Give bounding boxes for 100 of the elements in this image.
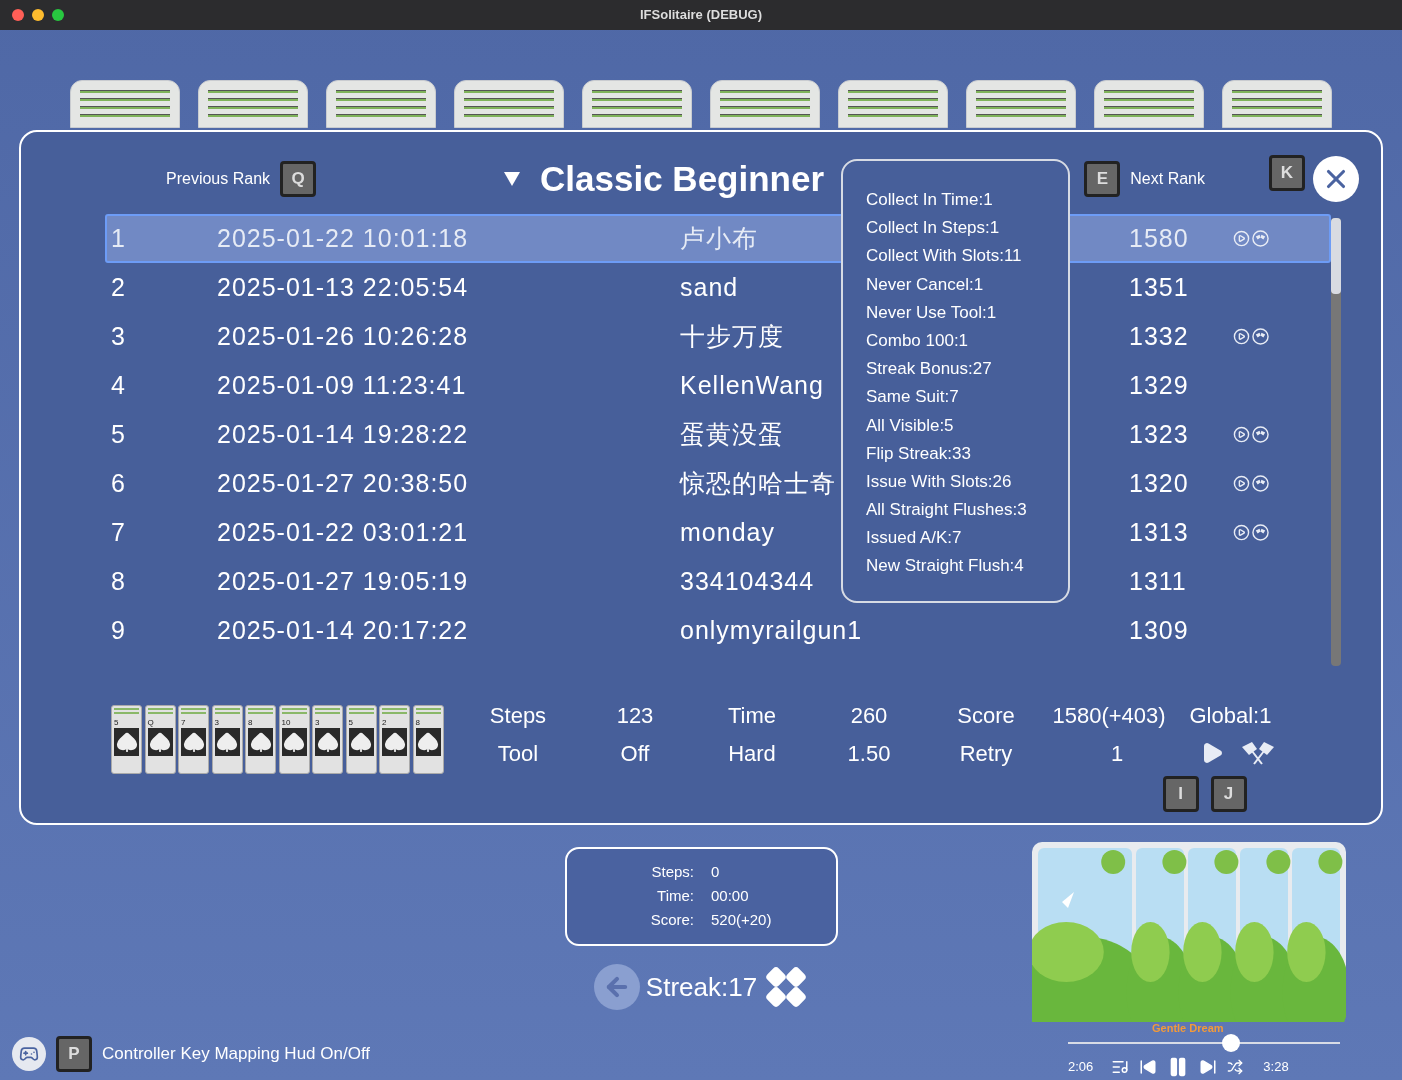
music-progress-thumb[interactable] <box>1222 1034 1241 1052</box>
spade-icon <box>316 731 339 753</box>
hud-label: Time: <box>656 885 694 906</box>
date-cell-text: 2025-01-27 20:38:50 <box>217 467 470 499</box>
key-button[interactable]: Q <box>280 161 317 197</box>
bonus-line: Never Cancel:1 <box>866 273 985 296</box>
replay-icon[interactable] <box>1233 328 1250 345</box>
date-cell-text: 2025-01-13 22:05:54 <box>217 271 470 303</box>
date-cell-text: 2025-01-27 19:05:19 <box>217 565 470 597</box>
window-title: IFSolitaire (DEBUG) <box>639 6 763 25</box>
stat-value: Off <box>619 739 651 768</box>
date-cell-text: 2025-01-09 11:23:41 <box>217 369 468 401</box>
replay-icon[interactable] <box>1233 230 1250 247</box>
rank-cell-text: 4 <box>110 369 127 401</box>
replay-icon[interactable] <box>1233 524 1250 541</box>
player-name-cell-text: onlymyrailgun1 <box>680 614 863 646</box>
rank-cell-text: 1 <box>110 222 127 254</box>
bonus-line: Flip Streak:33 <box>866 442 972 465</box>
rank-cell-text: 2 <box>110 271 127 303</box>
elapsed-time: 2:06 <box>1068 1058 1094 1077</box>
bonus-line: Never Use Tool:1 <box>866 301 998 324</box>
card-rank: 3 <box>214 718 220 727</box>
previous-track-icon[interactable] <box>1139 1058 1158 1076</box>
key-button[interactable]: P <box>56 1036 92 1072</box>
spade-icon <box>149 731 171 753</box>
stat-label: Time <box>726 701 778 730</box>
playlist-icon[interactable] <box>1111 1058 1130 1076</box>
stat-value: 1580(+403) <box>1051 701 1167 730</box>
score-cell-text: 1329 <box>1129 369 1190 401</box>
spade-icon <box>383 731 406 753</box>
bonus-line: Issued A/K:7 <box>866 527 963 550</box>
player-name-cell-text: monday <box>680 516 775 548</box>
score-cell-text: 1320 <box>1129 467 1190 499</box>
scrollbar[interactable] <box>1331 218 1341 666</box>
close-button[interactable] <box>1313 156 1359 202</box>
date-cell-text: 2025-01-22 10:01:18 <box>217 222 470 254</box>
hud-value: 00:00 <box>711 885 749 906</box>
date-cell-text: 2025-01-14 20:17:22 <box>217 614 470 646</box>
stat-label: Tool <box>496 739 540 768</box>
score-cell-text: 1313 <box>1129 516 1190 548</box>
bonus-line: Collect In Time:1 <box>866 189 994 211</box>
player-name-cell-text: KellenWang <box>680 369 824 401</box>
rank-cell-text: 7 <box>110 516 127 548</box>
spade-icon <box>216 731 238 753</box>
gamepad-icon[interactable] <box>12 1037 46 1071</box>
player-name-cell-text: 334104344 <box>680 565 815 597</box>
date-cell-text: 2025-01-14 19:28:22 <box>217 418 470 450</box>
score-cell-text: 1309 <box>1129 614 1190 646</box>
bonus-line: Combo 100:1 <box>866 329 970 352</box>
dropdown-triangle-icon[interactable] <box>504 172 521 186</box>
rank-cell-text: 3 <box>110 320 127 352</box>
bonus-line: Collect In Steps:1 <box>866 217 1001 240</box>
bonus-line: Streak Bonus:27 <box>866 358 993 381</box>
player-name-cell-text: 卢小布 <box>680 222 758 254</box>
spade-icon <box>417 731 439 753</box>
score-cell-text: 1580 <box>1129 222 1190 254</box>
card-rank: 3 <box>315 718 321 727</box>
player-name-cell-text: 惊恐的哈士奇 <box>680 467 836 499</box>
streak-label: Streak:17 <box>645 970 758 1004</box>
spade-icon <box>115 731 138 753</box>
rank-cell-text: 6 <box>110 467 127 499</box>
crossed-flags-circle-icon[interactable] <box>1252 524 1269 541</box>
bonus-line: New Straight Flush:4 <box>866 555 1025 578</box>
score-cell-text: 1323 <box>1129 418 1190 450</box>
stat-label: Steps <box>488 701 548 730</box>
stat-value: 123 <box>615 701 655 730</box>
crossed-flags-circle-icon[interactable] <box>1252 426 1269 443</box>
card-rank: 8 <box>415 718 421 727</box>
previous-rank-label: Previous Rank <box>166 169 271 189</box>
next-track-icon[interactable] <box>1199 1058 1218 1076</box>
card-rank: 10 <box>281 718 292 727</box>
crossed-flags-icon[interactable] <box>1239 741 1276 765</box>
zoom-window-button[interactable] <box>52 9 64 21</box>
key-button[interactable]: K <box>1269 155 1305 191</box>
rank-cell-text: 5 <box>110 418 127 450</box>
crossed-flags-circle-icon[interactable] <box>1252 230 1269 247</box>
card-rank: 8 <box>248 718 254 727</box>
player-name-cell-text: sand <box>680 271 739 303</box>
key-button[interactable]: E <box>1084 161 1121 197</box>
stat-label: Score <box>956 701 1016 730</box>
card-rank: Q <box>147 718 155 727</box>
key-button[interactable]: I <box>1162 776 1199 812</box>
bonus-line: All Straight Flushes:3 <box>866 499 1028 522</box>
next-rank-label: Next Rank <box>1130 169 1205 189</box>
music-progress-track[interactable] <box>1068 1034 1340 1052</box>
score-cell-text: 1351 <box>1129 271 1190 303</box>
rank-cell-text: 8 <box>110 565 127 597</box>
card-rank: 5 <box>348 718 354 727</box>
date-cell-text: 2025-01-22 03:01:21 <box>217 516 470 548</box>
close-window-button[interactable] <box>12 9 24 21</box>
player-name-cell-text: 蛋黄没蛋 <box>680 418 784 450</box>
replay-icon[interactable] <box>1233 475 1250 492</box>
replay-icon[interactable] <box>1233 426 1250 443</box>
spade-icon <box>350 731 372 753</box>
player-name-cell-text: 十步万度 <box>680 320 784 352</box>
minimize-window-button[interactable] <box>32 9 44 21</box>
key-button[interactable]: J <box>1210 776 1247 812</box>
crossed-flags-circle-icon[interactable] <box>1252 328 1269 345</box>
shuffle-icon[interactable] <box>1227 1059 1244 1075</box>
crossed-flags-circle-icon[interactable] <box>1252 475 1269 492</box>
